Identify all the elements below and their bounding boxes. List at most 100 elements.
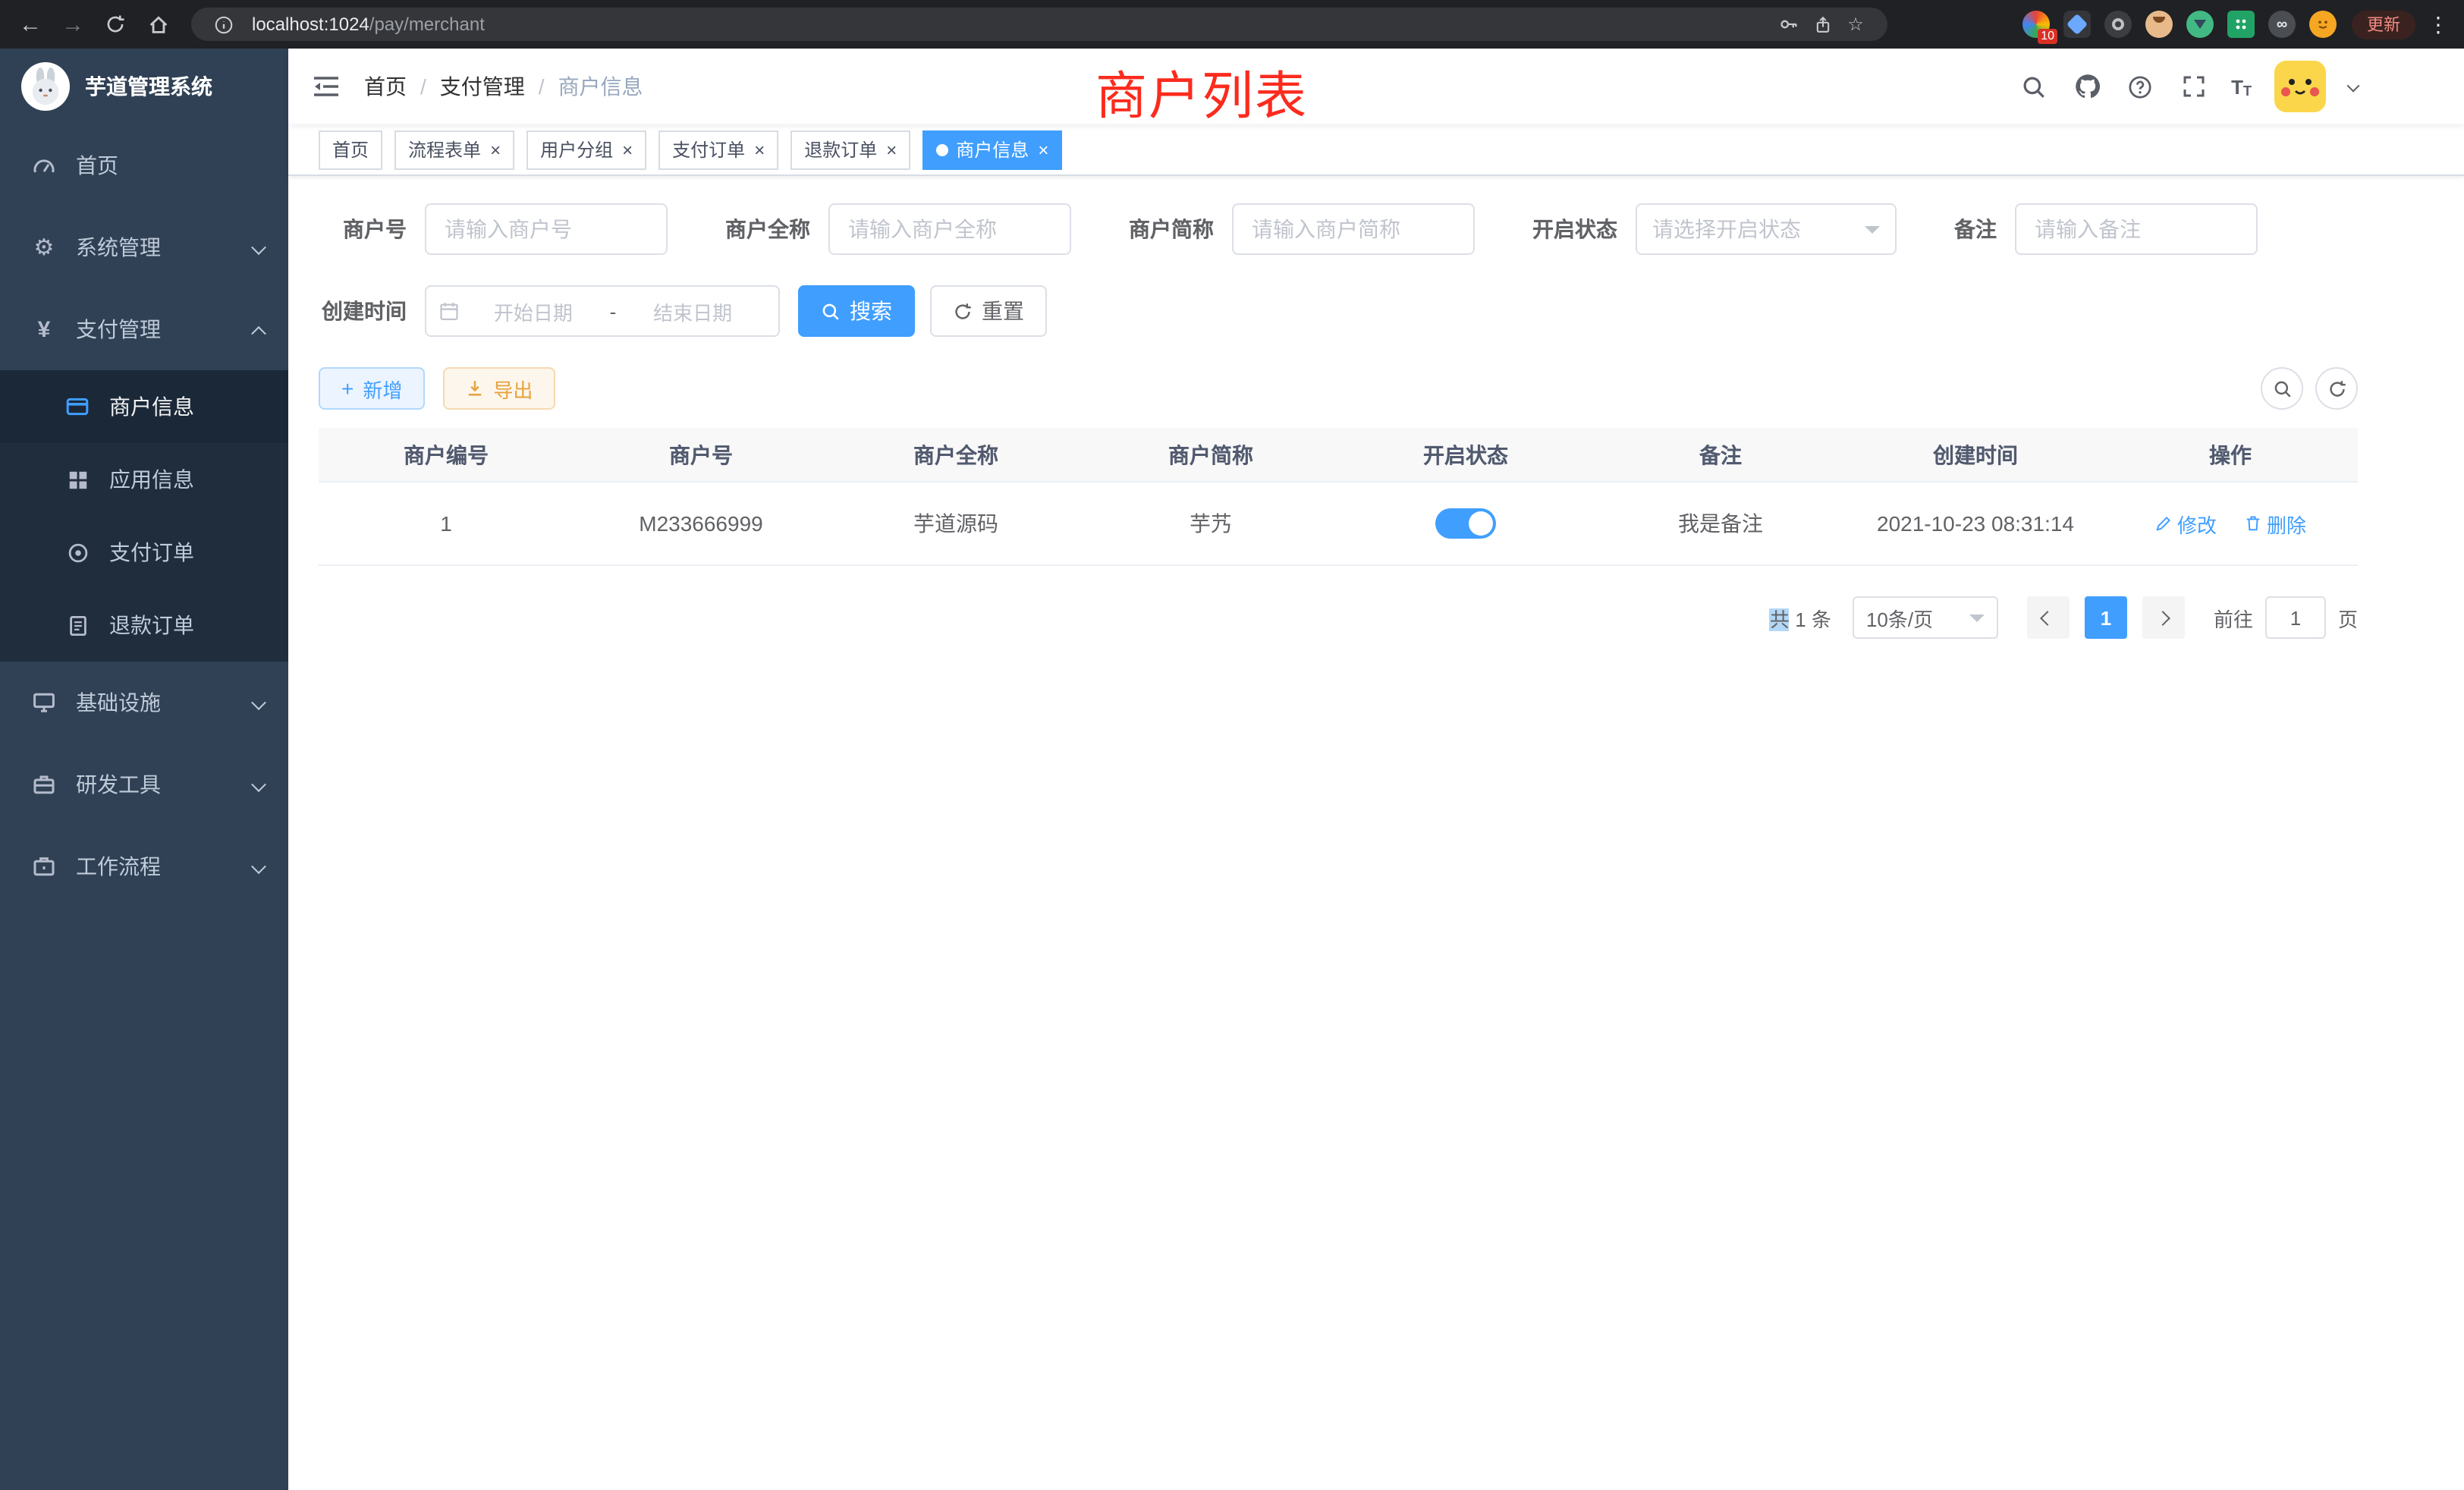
forward-icon[interactable]: → [52, 3, 94, 46]
tab-home[interactable]: 首页 [319, 130, 382, 169]
reload-icon[interactable] [94, 3, 137, 46]
tab-user-group[interactable]: 用户分组 × [526, 130, 646, 169]
edit-link[interactable]: 修改 [2154, 509, 2217, 538]
close-icon[interactable]: × [754, 140, 765, 159]
sidebar-item-infrastructure[interactable]: 基础设施 [0, 662, 288, 743]
pagination: 共 1 条 10条/页 1 前往 页 [319, 596, 2358, 639]
record-circle-icon [64, 541, 91, 564]
date-start-placeholder: 开始日期 [460, 297, 607, 325]
page-info-icon[interactable] [206, 11, 240, 38]
browser-menu-icon[interactable]: ⋮ [2428, 11, 2449, 37]
remark-input[interactable] [2015, 203, 2258, 255]
jumper-suffix: 页 [2338, 603, 2358, 632]
export-button[interactable]: 导出 [443, 367, 555, 410]
home-icon[interactable] [137, 3, 179, 46]
screen: ← → localhost:1024/pay/merchant ☆ 10 [0, 0, 2464, 1490]
address-bar[interactable]: localhost:1024/pay/merchant ☆ [191, 8, 1887, 41]
sidebar-item-dev-tools[interactable]: 研发工具 [0, 743, 288, 825]
tab-pay-order[interactable]: 支付订单 × [658, 130, 778, 169]
breadcrumb-separator: / [420, 74, 426, 99]
sidebar-item-home[interactable]: 首页 [0, 124, 288, 206]
short-name-input[interactable] [1232, 203, 1475, 255]
sidebar-item-label: 首页 [76, 150, 118, 181]
tab-label: 流程表单 [408, 137, 481, 162]
col-header: 商户简称 [1083, 439, 1338, 470]
close-icon[interactable]: × [886, 140, 897, 159]
close-icon[interactable]: × [490, 140, 501, 159]
chrome-update-button[interactable]: 更新 [2352, 10, 2415, 39]
next-page-button[interactable] [2142, 596, 2185, 639]
fullscreen-icon[interactable] [2178, 71, 2208, 102]
tab-process-form[interactable]: 流程表单 × [394, 130, 514, 169]
toggle-search-button[interactable] [2261, 367, 2303, 410]
extension-icon-6[interactable] [2227, 11, 2255, 38]
extension-icon-7[interactable]: ∞ [2268, 11, 2296, 38]
cell-short-name: 芋艿 [1083, 508, 1338, 539]
reset-button[interactable]: 重置 [930, 285, 1047, 337]
breadcrumb-home[interactable]: 首页 [364, 71, 407, 102]
delete-link[interactable]: 删除 [2244, 509, 2306, 538]
prev-page-button[interactable] [2027, 596, 2070, 639]
create-time-label: 创建时间 [319, 296, 425, 326]
bookmark-star-icon[interactable]: ☆ [1839, 11, 1872, 38]
sidebar-item-label: 基础设施 [76, 687, 161, 718]
tab-merchant-info[interactable]: 商户信息 × [922, 130, 1062, 169]
extension-icon-2[interactable] [2063, 11, 2091, 38]
extension-icon-5[interactable] [2186, 11, 2214, 38]
close-icon[interactable]: × [622, 140, 633, 159]
sidebar: 芋道管理系统 首页 ⚙ 系统管理 ¥ 支付管理 商户信息 [0, 49, 288, 1490]
sidebar-item-label: 应用信息 [109, 464, 194, 495]
status-select[interactable]: 请选择开启状态 [1636, 203, 1897, 255]
back-icon[interactable]: ← [9, 3, 52, 46]
search-button[interactable]: 搜索 [798, 285, 915, 337]
avatar-caret-icon[interactable] [2349, 73, 2358, 100]
sidebar-item-payment[interactable]: ¥ 支付管理 [0, 288, 288, 370]
font-size-icon[interactable]: TT [2231, 75, 2252, 98]
github-icon[interactable] [2072, 71, 2102, 102]
chevron-down-icon [253, 690, 264, 715]
search-icon[interactable] [2019, 71, 2049, 102]
hamburger-icon[interactable] [288, 49, 364, 124]
sidebar-item-refund-order[interactable]: 退款订单 [0, 589, 288, 662]
sidebar-item-workflow[interactable]: 工作流程 [0, 825, 288, 907]
close-icon[interactable]: × [1038, 140, 1048, 159]
date-range-picker[interactable]: 开始日期 - 结束日期 [425, 285, 780, 337]
cell-create-time: 2021-10-23 08:31:14 [1848, 511, 2103, 536]
table-row: 1 M233666999 芋道源码 芋艿 我是备注 2021-10-23 08:… [319, 483, 2358, 566]
refresh-table-button[interactable] [2315, 367, 2358, 410]
password-key-icon[interactable] [1772, 11, 1806, 38]
jumper-prefix: 前往 [2214, 603, 2253, 632]
help-icon[interactable] [2125, 71, 2155, 102]
logo-rabbit-avatar [21, 62, 70, 111]
breadcrumb-payment[interactable]: 支付管理 [440, 71, 525, 102]
page-jumper: 前往 页 [2214, 596, 2358, 639]
browser-profile-icon[interactable] [2309, 11, 2337, 38]
add-button[interactable]: + 新增 [319, 367, 425, 410]
page-number-button[interactable]: 1 [2085, 596, 2127, 639]
cell-remark: 我是备注 [1593, 508, 1848, 539]
extension-icon-3[interactable] [2104, 11, 2132, 38]
sidebar-item-pay-order[interactable]: 支付订单 [0, 516, 288, 589]
chevron-down-icon [253, 772, 264, 797]
merchant-no-input[interactable] [425, 203, 668, 255]
date-end-placeholder: 结束日期 [619, 297, 766, 325]
merchant-table: 商户编号 商户号 商户全称 商户简称 开启状态 备注 创建时间 操作 1 M23… [319, 428, 2358, 566]
sidebar-item-merchant-info[interactable]: 商户信息 [0, 370, 288, 443]
sidebar-item-system[interactable]: ⚙ 系统管理 [0, 206, 288, 288]
pagination-total: 共 1 条 [1770, 603, 1831, 632]
breadcrumb-separator: / [539, 74, 545, 99]
jumper-input[interactable] [2265, 596, 2326, 639]
top-navbar: 首页 / 支付管理 / 商户信息 TT [288, 49, 2464, 124]
sidebar-item-app-info[interactable]: 应用信息 [0, 443, 288, 516]
share-icon[interactable] [1806, 11, 1839, 38]
page-size-value: 10条/页 [1866, 603, 1933, 632]
full-name-input[interactable] [828, 203, 1071, 255]
page-size-select[interactable]: 10条/页 [1853, 596, 1998, 639]
status-toggle[interactable] [1435, 508, 1496, 539]
user-avatar[interactable] [2274, 61, 2326, 112]
extension-icon-4[interactable] [2145, 11, 2173, 38]
extension-icon-1[interactable]: 10 [2022, 11, 2050, 38]
trash-icon [2244, 514, 2262, 533]
tab-label: 支付订单 [672, 137, 745, 162]
tab-refund-order[interactable]: 退款订单 × [790, 130, 910, 169]
